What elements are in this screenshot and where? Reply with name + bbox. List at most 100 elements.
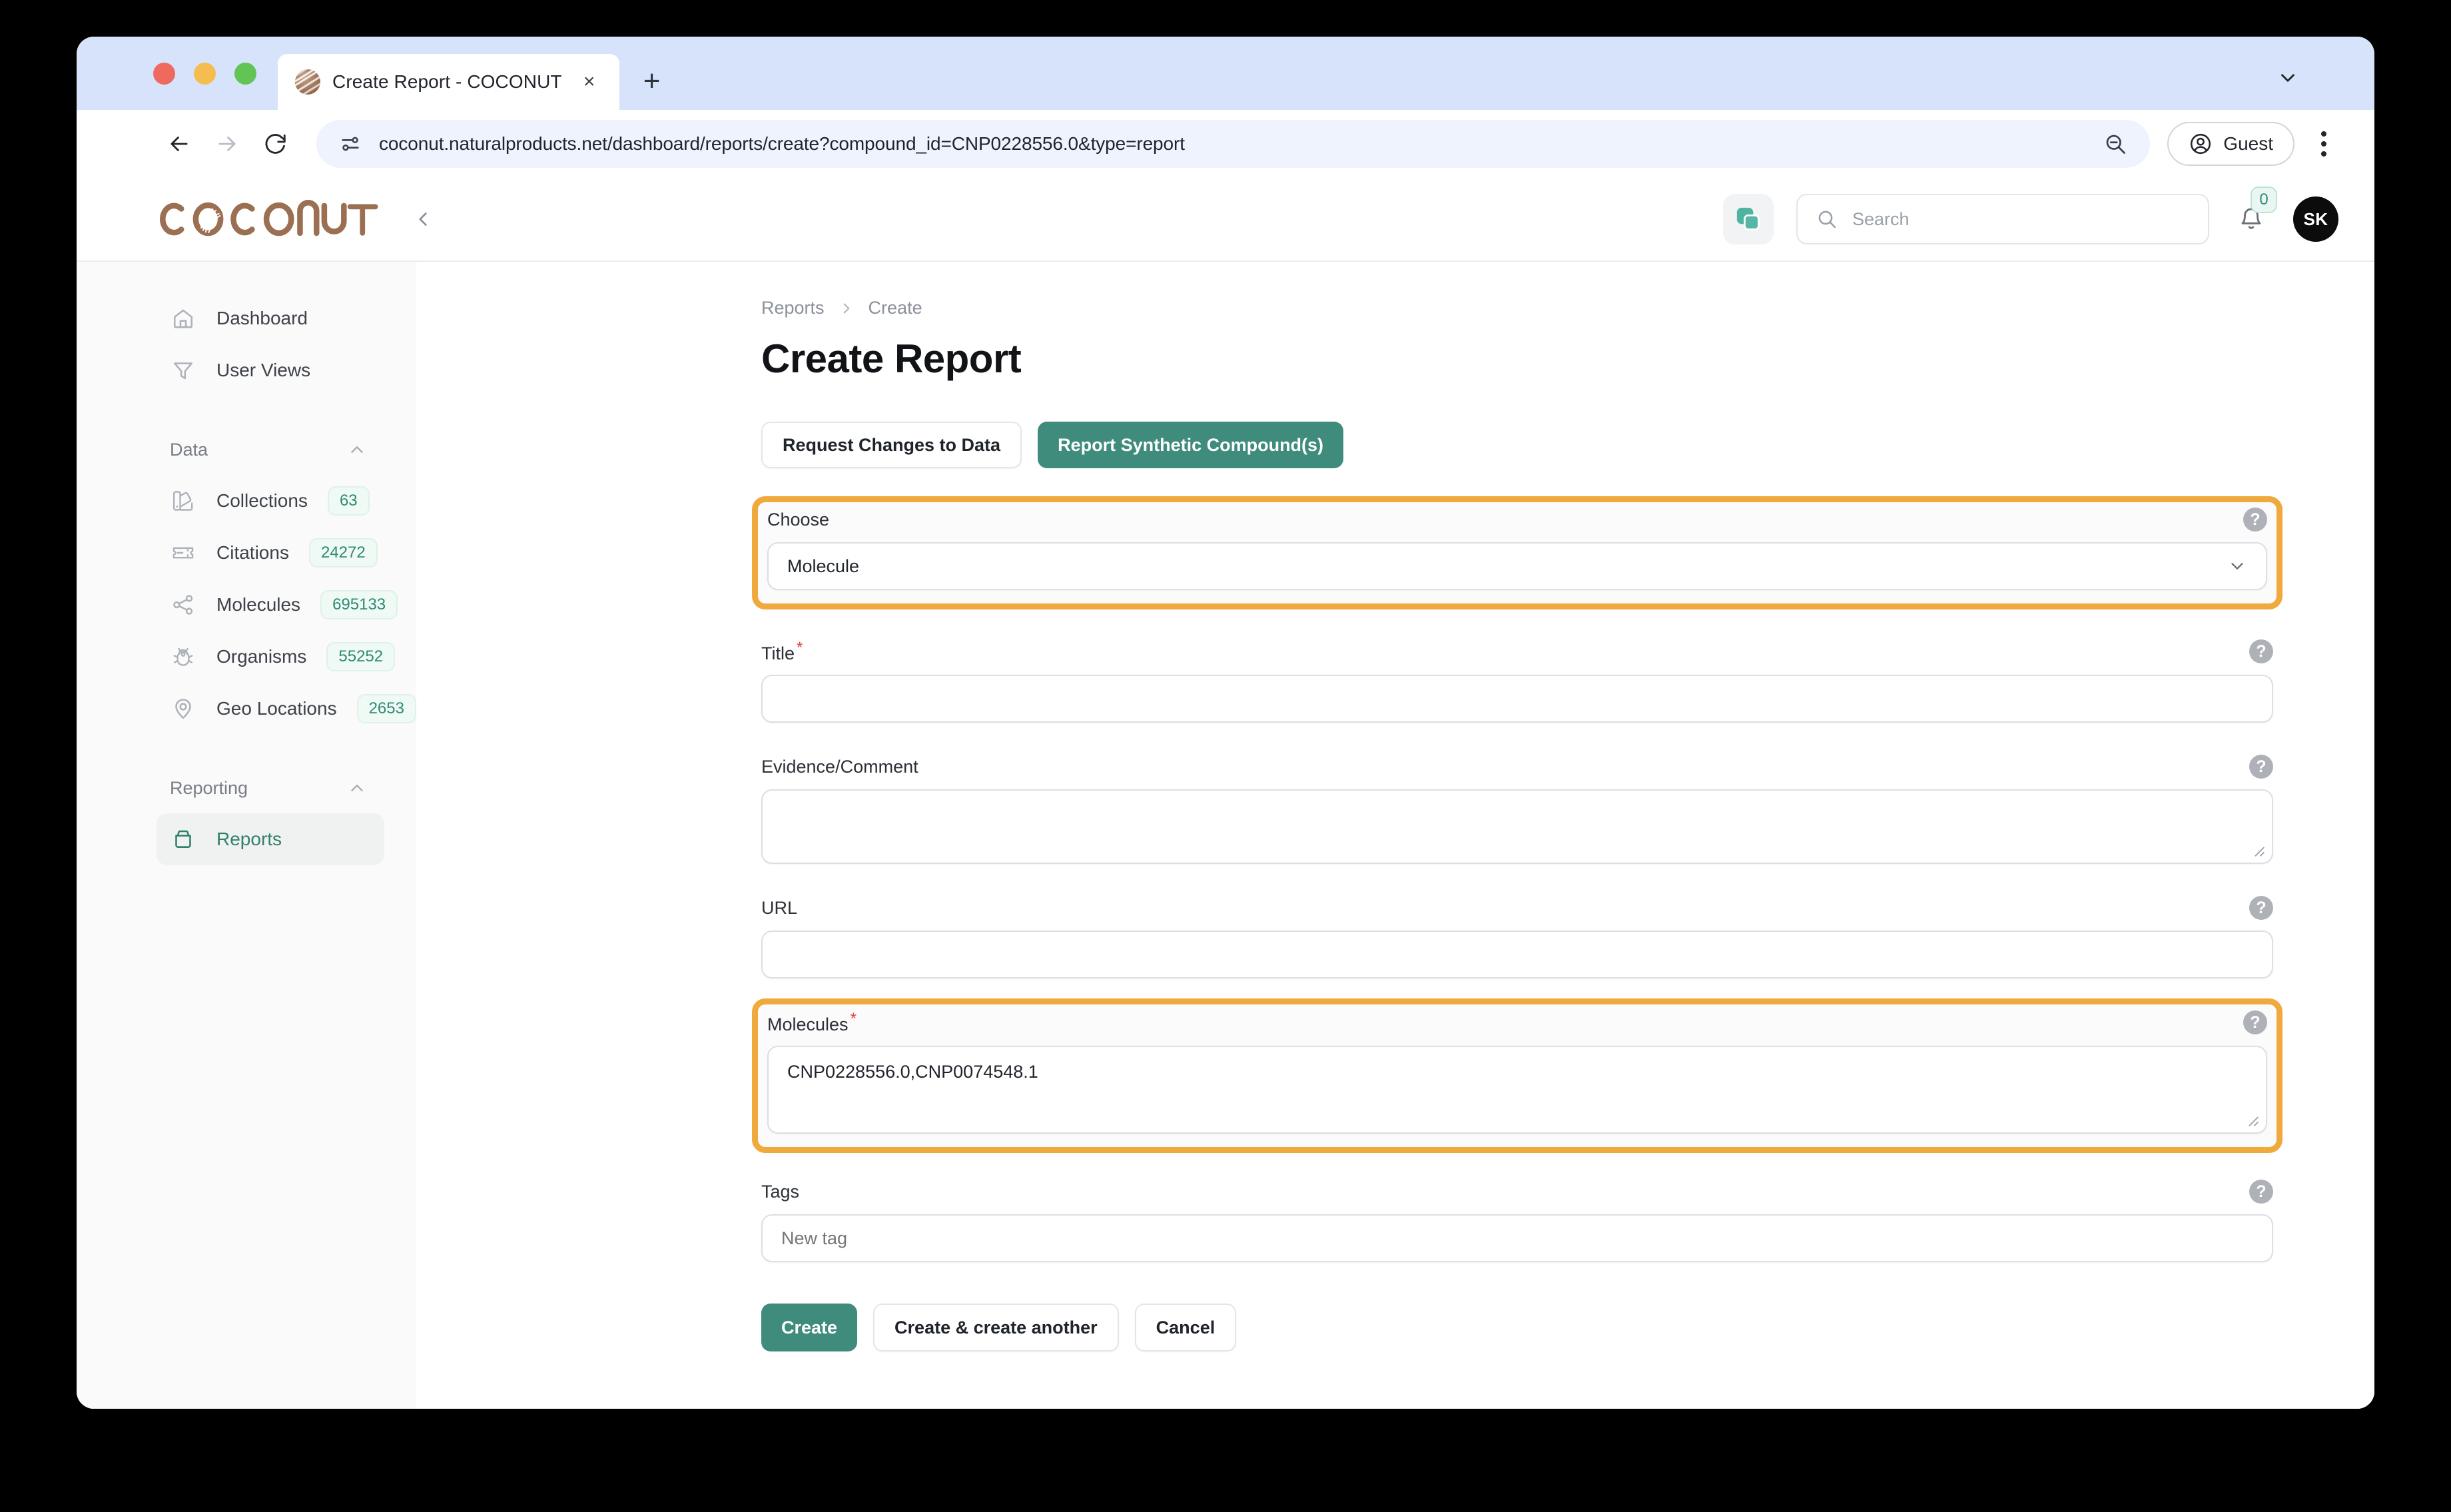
sidebar-item-badge: 24272 <box>308 538 378 567</box>
site-settings-icon[interactable] <box>339 133 362 155</box>
forward-arrow-icon[interactable] <box>203 120 251 168</box>
sidebar-item-molecules[interactable]: Molecules 695133 <box>157 579 398 631</box>
avatar[interactable]: SK <box>2293 196 2338 242</box>
sidebar-collapse-button[interactable] <box>405 201 441 237</box>
help-icon[interactable]: ? <box>2249 639 2273 663</box>
sidebar-section-data[interactable]: Data <box>157 428 384 471</box>
notifications-button[interactable]: 0 <box>2232 187 2277 240</box>
reload-icon[interactable] <box>251 120 299 168</box>
sidebar-item-citations[interactable]: Citations 24272 <box>157 527 384 579</box>
breadcrumb-current: Create <box>868 298 922 318</box>
bug-icon <box>170 643 196 670</box>
sidebar-item-label: Citations <box>216 542 289 563</box>
title-input[interactable] <box>761 675 2273 723</box>
choose-select[interactable]: Molecule <box>767 542 2267 590</box>
minimize-window-button[interactable] <box>194 63 216 85</box>
evidence-textarea[interactable] <box>761 789 2273 864</box>
sidebar-item-badge: 55252 <box>326 642 396 671</box>
sidebar-section-title: Reporting <box>170 777 248 798</box>
tab-list-chevron-icon[interactable] <box>2271 61 2305 95</box>
profile-button[interactable]: Guest <box>2167 122 2294 166</box>
required-asterisk: * <box>797 639 803 657</box>
copy-layers-icon[interactable] <box>1723 194 1774 244</box>
url-text: coconut.naturalproducts.net/dashboard/re… <box>379 133 1185 154</box>
screenshot-root: Create Report - COCONUT × + coconut.natu… <box>0 0 2451 1512</box>
sidebar-item-reports[interactable]: Reports <box>157 813 384 865</box>
help-icon[interactable]: ? <box>2249 755 2273 779</box>
sidebar-item-label: User Views <box>216 360 311 380</box>
maximize-window-button[interactable] <box>234 63 256 85</box>
sidebar-item-dashboard[interactable]: Dashboard <box>157 292 384 344</box>
chevron-up-icon <box>347 440 367 460</box>
tab-request-changes-to-data[interactable]: Request Changes to Data <box>761 422 1022 468</box>
url-input[interactable] <box>761 931 2273 978</box>
breadcrumb: Reports Create <box>761 298 2273 318</box>
choose-field-group: Choose ? Molecule <box>752 496 2282 609</box>
form-actions: Create Create & create another Cancel <box>761 1304 2273 1351</box>
kebab-menu-icon[interactable] <box>2302 120 2345 168</box>
coconut-favicon-icon <box>295 69 320 95</box>
sidebar-item-label: Geo Locations <box>216 698 337 719</box>
sidebar: Dashboard User Views Data Collections 63… <box>77 262 416 1409</box>
notification-count-badge: 0 <box>2251 187 2277 213</box>
url-label: URL <box>761 897 798 918</box>
close-tab-button[interactable]: × <box>574 67 605 97</box>
coconut-logo[interactable] <box>157 198 378 240</box>
cancel-button[interactable]: Cancel <box>1134 1304 1237 1351</box>
report-type-tabs: Request Changes to Data Report Synthetic… <box>761 422 2273 468</box>
sidebar-item-collections[interactable]: Collections 63 <box>157 475 384 527</box>
home-icon <box>170 305 196 332</box>
window-traffic-lights <box>77 63 256 110</box>
molecules-field-group: Molecules * ? CNP0228556.0,CNP0074548.1 <box>752 998 2282 1153</box>
back-arrow-icon[interactable] <box>155 120 203 168</box>
map-pin-icon <box>170 695 196 722</box>
sidebar-section-reporting[interactable]: Reporting <box>157 767 384 809</box>
browser-window: Create Report - COCONUT × + coconut.natu… <box>77 37 2374 1409</box>
molecules-textarea[interactable]: CNP0228556.0,CNP0074548.1 <box>767 1046 2267 1134</box>
breadcrumb-parent[interactable]: Reports <box>761 298 825 318</box>
search-placeholder: Search <box>1852 208 1910 229</box>
funnel-icon <box>170 357 196 384</box>
help-icon[interactable]: ? <box>2249 1180 2273 1204</box>
profile-label: Guest <box>2223 133 2273 154</box>
help-icon[interactable]: ? <box>2243 508 2267 532</box>
chevron-up-icon <box>347 778 367 798</box>
sidebar-item-geo-locations[interactable]: Geo Locations 2653 <box>157 683 416 735</box>
share-nodes-icon <box>170 591 196 618</box>
tags-field-group: Tags ? <box>761 1168 2273 1262</box>
create-button[interactable]: Create <box>761 1304 858 1351</box>
resize-handle-icon[interactable] <box>2246 1114 2259 1127</box>
required-asterisk: * <box>850 1010 857 1028</box>
sidebar-item-label: Collections <box>216 490 308 511</box>
molecules-label: Molecules * <box>767 1010 857 1034</box>
chevron-down-icon <box>2227 556 2247 576</box>
tags-label: Tags <box>761 1181 800 1202</box>
molecules-value: CNP0228556.0,CNP0074548.1 <box>787 1062 1038 1082</box>
close-window-button[interactable] <box>153 63 175 85</box>
evidence-label: Evidence/Comment <box>761 756 918 777</box>
tags-input[interactable] <box>761 1214 2273 1262</box>
tab-report-synthetic-compounds[interactable]: Report Synthetic Compound(s) <box>1038 422 1344 468</box>
evidence-field-group: Evidence/Comment ? <box>761 743 2273 864</box>
sidebar-item-label: Dashboard <box>216 308 308 328</box>
address-bar[interactable]: coconut.naturalproducts.net/dashboard/re… <box>316 120 2151 168</box>
coconut-app: Search 0 SK Dashboard User Views Data Co… <box>77 178 2374 1409</box>
help-icon[interactable]: ? <box>2243 1010 2267 1034</box>
sidebar-item-badge: 63 <box>327 486 370 516</box>
resize-handle-icon[interactable] <box>2252 844 2265 857</box>
create-and-create-another-button[interactable]: Create & create another <box>873 1304 1119 1351</box>
new-tab-button[interactable]: + <box>631 61 673 102</box>
help-icon[interactable]: ? <box>2249 896 2273 920</box>
search-icon <box>1816 208 1838 230</box>
url-field-group: URL ? <box>761 884 2273 978</box>
sidebar-item-user-views[interactable]: User Views <box>157 344 384 396</box>
title-label: Title * <box>761 639 803 663</box>
ticket-icon <box>170 540 196 566</box>
sidebar-item-label: Organisms <box>216 646 307 667</box>
sidebar-item-organisms[interactable]: Organisms 55252 <box>157 631 396 683</box>
sidebar-item-label: Molecules <box>216 594 301 615</box>
search-input[interactable]: Search <box>1796 194 2209 244</box>
browser-tab[interactable]: Create Report - COCONUT × <box>278 54 619 110</box>
main-content: Reports Create Create Report Request Cha… <box>416 262 2374 1409</box>
zoom-out-icon[interactable] <box>2103 132 2127 156</box>
